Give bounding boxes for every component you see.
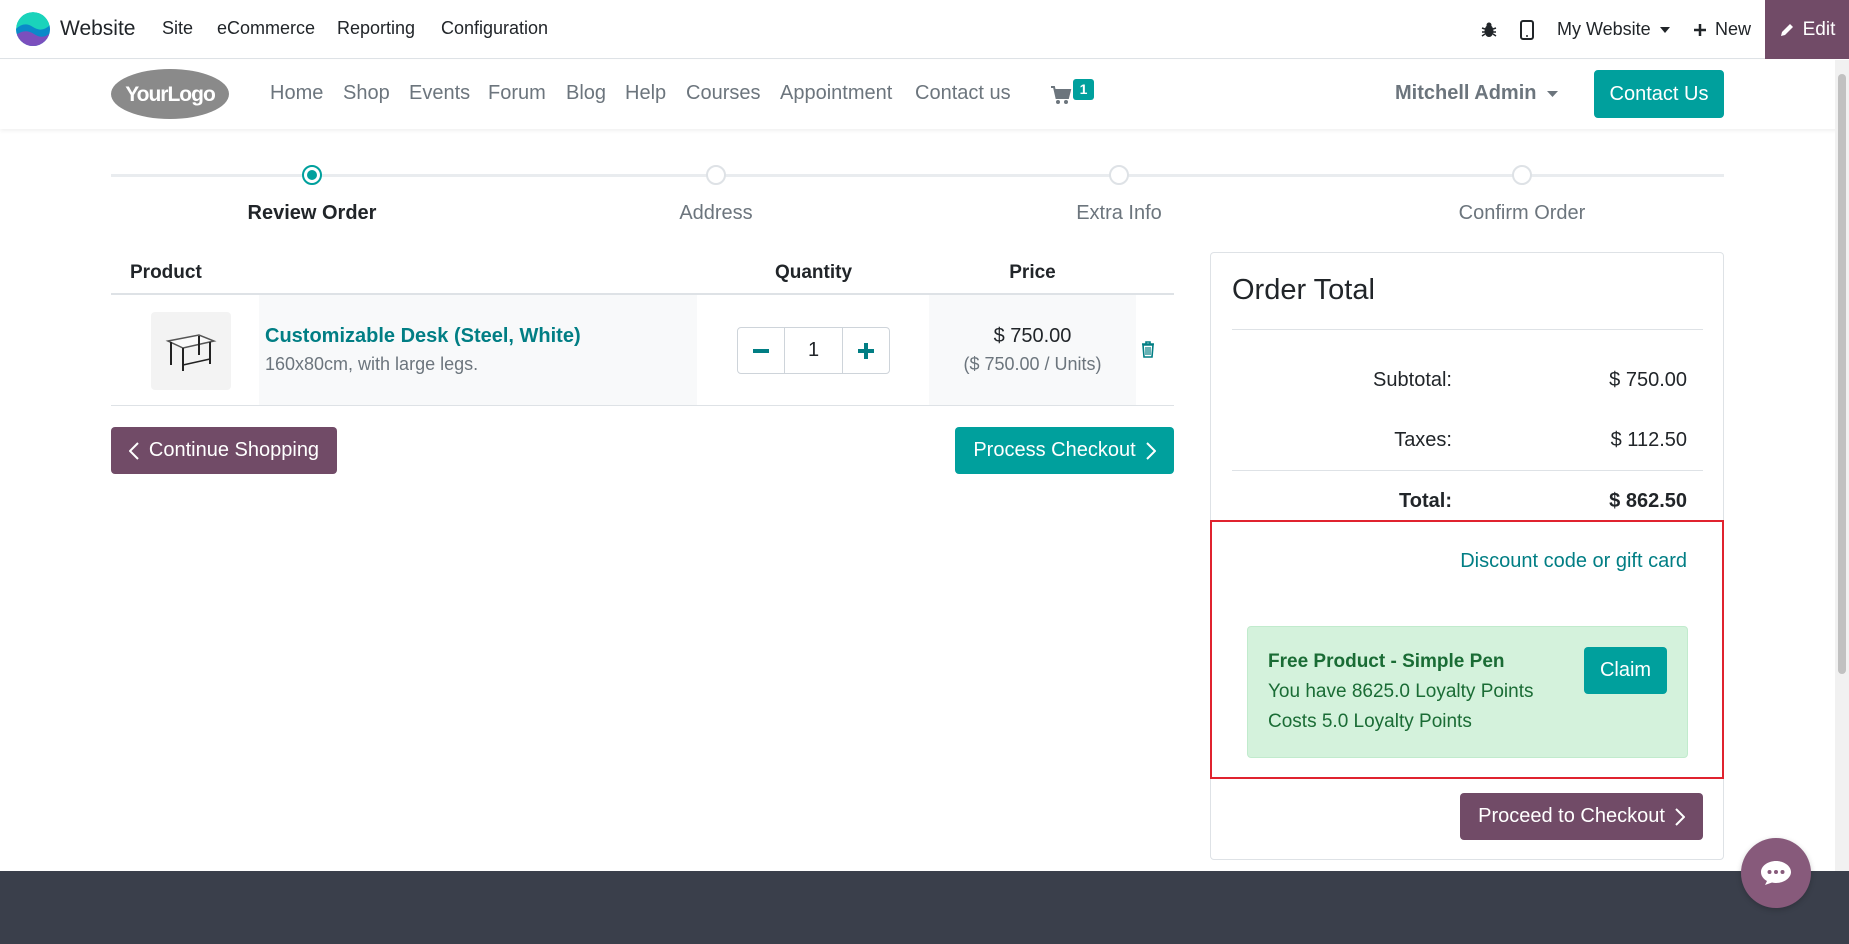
column-header-price: Price [1009,262,1056,283]
nav-courses[interactable]: Courses [686,82,760,105]
plus-icon [858,342,874,359]
proceed-to-checkout-label: Proceed to Checkout [1478,805,1665,827]
discount-code-link[interactable]: Discount code or gift card [1380,550,1687,573]
nav-forum[interactable]: Forum [488,82,546,105]
nav-shop[interactable]: Shop [343,82,390,105]
product-description: 160x80cm, with large legs. [265,354,479,374]
chevron-right-icon [1675,807,1685,826]
plus-icon [1694,23,1706,36]
checkout-progress-line [111,174,1724,177]
live-chat-button[interactable] [1741,838,1811,908]
nav-appointment[interactable]: Appointment [780,82,892,105]
wizard-dot-confirm-order [1512,165,1532,185]
product-name-link[interactable]: Customizable Desk (Steel, White) [265,325,581,348]
decrease-quantity-button[interactable] [738,328,784,373]
nav-home[interactable]: Home [270,82,323,105]
wizard-step-address: Address [679,202,753,224]
order-total-title: Order Total [1232,274,1375,306]
wizard-step-review-order: Review Order [247,202,377,224]
table-row-divider [111,405,1174,406]
cart-icon [1051,86,1072,104]
quantity-stepper: 1 [737,327,890,374]
odoo-top-bar: Website Site eCommerce Reporting Configu… [0,0,1849,59]
new-button[interactable]: New [1693,0,1751,59]
bug-icon [1481,22,1497,37]
total-divider [1232,470,1703,471]
wizard-step-extra-info: Extra Info [1076,202,1162,224]
site-logo[interactable]: YourLogo [110,68,230,120]
continue-shopping-label: Continue Shopping [148,439,320,461]
proceed-to-checkout-button[interactable]: Proceed to Checkout [1460,793,1703,840]
menu-reporting[interactable]: Reporting [337,18,415,39]
table-row [259,295,697,405]
edit-button[interactable]: Edit [1765,0,1849,59]
debug-button[interactable] [1480,0,1498,59]
page-footer [0,871,1849,944]
website-selector-label: My Website [1557,19,1651,39]
website-app-icon[interactable] [16,12,50,46]
new-label: New [1715,19,1752,39]
reward-title: Free Product - Simple Pen [1268,651,1505,672]
contact-us-button[interactable]: Contact Us [1594,70,1724,118]
subtotal-label: Subtotal: [1373,369,1452,391]
menu-configuration[interactable]: Configuration [441,18,548,39]
app-name[interactable]: Website [60,17,135,41]
wizard-step-confirm-order: Confirm Order [1458,202,1586,224]
nav-events[interactable]: Events [409,82,470,105]
trash-icon [1142,341,1154,358]
mobile-preview-button[interactable] [1520,0,1534,59]
unit-price: ($ 750.00 / Units) [963,354,1102,374]
total-value: $ 862.50 [1609,490,1687,512]
wizard-dot-review-order [302,165,322,185]
pencil-icon [1780,23,1793,36]
reward-points-balance: You have 8625.0 Loyalty Points [1268,681,1534,702]
edit-label: Edit [1802,18,1836,40]
nav-blog[interactable]: Blog [566,82,606,105]
line-price: $ 750.00 [993,325,1072,347]
website-navbar: YourLogo Home Shop Events Forum Blog Hel… [0,60,1849,129]
wizard-dot-address [706,165,726,185]
process-checkout-label: Process Checkout [973,439,1136,461]
column-header-quantity: Quantity [774,262,853,283]
product-image[interactable] [151,312,231,390]
price-cell [929,295,1136,405]
menu-ecommerce[interactable]: eCommerce [217,18,315,39]
site-logo-text: YourLogo [125,83,215,106]
nav-contact-us[interactable]: Contact us [915,82,1011,105]
wizard-dot-extra-info [1109,165,1129,185]
page-scrollbar-thumb[interactable] [1838,74,1846,674]
user-name: Mitchell Admin [1395,82,1537,104]
remove-item-button[interactable] [1141,341,1159,361]
user-menu[interactable]: Mitchell Admin [1395,82,1559,105]
subtotal-value: $ 750.00 [1609,369,1687,391]
cart-count-badge: 1 [1073,79,1094,100]
order-total-divider [1232,329,1703,330]
taxes-label: Taxes: [1394,429,1452,451]
website-selector[interactable]: My Website [1557,0,1671,59]
total-label: Total: [1399,490,1452,512]
nav-help[interactable]: Help [625,82,666,105]
quantity-input[interactable]: 1 [784,328,843,373]
chevron-left-icon [128,441,139,460]
reward-cost: Costs 5.0 Loyalty Points [1268,711,1472,732]
taxes-value: $ 112.50 [1610,429,1687,451]
chevron-right-icon [1145,441,1156,460]
chat-icon [1761,861,1791,885]
continue-shopping-button[interactable]: Continue Shopping [111,427,337,474]
menu-site[interactable]: Site [162,18,193,39]
caret-down-icon [1547,90,1559,97]
process-checkout-button[interactable]: Process Checkout [955,427,1174,474]
increase-quantity-button[interactable] [843,328,889,373]
column-header-product: Product [130,262,202,283]
mobile-icon [1520,19,1534,40]
minus-icon [753,348,769,353]
caret-down-icon [1659,26,1670,33]
claim-reward-button[interactable]: Claim [1584,647,1667,694]
